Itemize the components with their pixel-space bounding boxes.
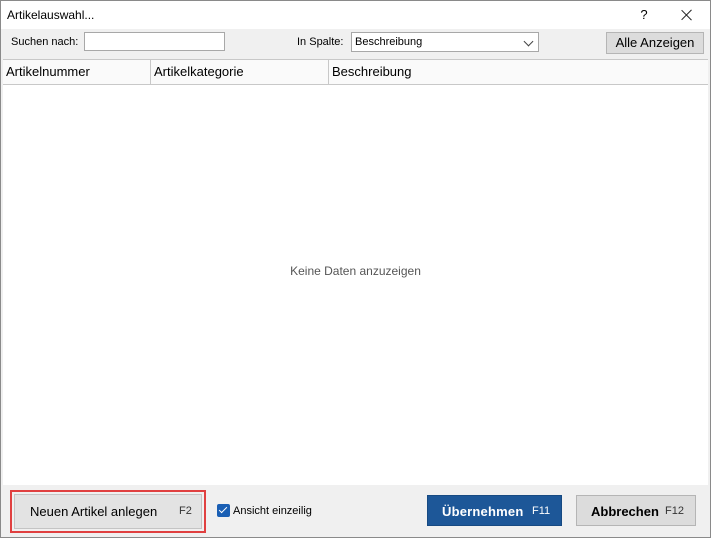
chevron-down-icon <box>523 36 534 47</box>
window-title: Artikelauswahl... <box>7 8 95 22</box>
single-line-label[interactable]: Ansicht einzeilig <box>233 505 312 517</box>
close-icon[interactable] <box>675 5 699 25</box>
article-grid[interactable]: Artikelnummer Artikelkategorie Beschreib… <box>3 59 708 486</box>
column-select[interactable]: Beschreibung <box>351 32 539 52</box>
new-article-shortcut: F2 <box>179 505 192 517</box>
single-line-checkbox[interactable] <box>217 504 230 517</box>
title-bar: Artikelauswahl... ? <box>1 1 710 29</box>
column-header-article-category[interactable]: Artikelkategorie <box>151 60 329 84</box>
cancel-shortcut: F12 <box>665 505 684 517</box>
search-label: Suchen nach: <box>11 36 79 48</box>
apply-label: Übernehmen <box>442 504 524 519</box>
search-input[interactable] <box>84 32 225 51</box>
cancel-button[interactable]: Abbrechen F12 <box>576 495 696 526</box>
help-button[interactable]: ? <box>635 5 653 25</box>
apply-button[interactable]: Übernehmen F11 <box>427 495 562 526</box>
show-all-button[interactable]: Alle Anzeigen <box>606 32 704 54</box>
column-select-value: Beschreibung <box>355 36 423 48</box>
column-label: In Spalte: <box>297 36 344 48</box>
article-selection-dialog: Artikelauswahl... ? Suchen nach: In Spal… <box>0 0 711 538</box>
column-header-description[interactable]: Beschreibung <box>329 60 708 84</box>
empty-state-text: Keine Daten anzuzeigen <box>290 264 421 278</box>
grid-header: Artikelnummer Artikelkategorie Beschreib… <box>3 60 708 85</box>
new-article-label: Neuen Artikel anlegen <box>30 504 158 519</box>
new-article-button[interactable]: Neuen Artikel anlegen F2 <box>14 494 202 529</box>
apply-shortcut: F11 <box>532 505 551 517</box>
column-header-article-number[interactable]: Artikelnummer <box>3 60 151 84</box>
cancel-label: Abbrechen <box>591 504 659 519</box>
